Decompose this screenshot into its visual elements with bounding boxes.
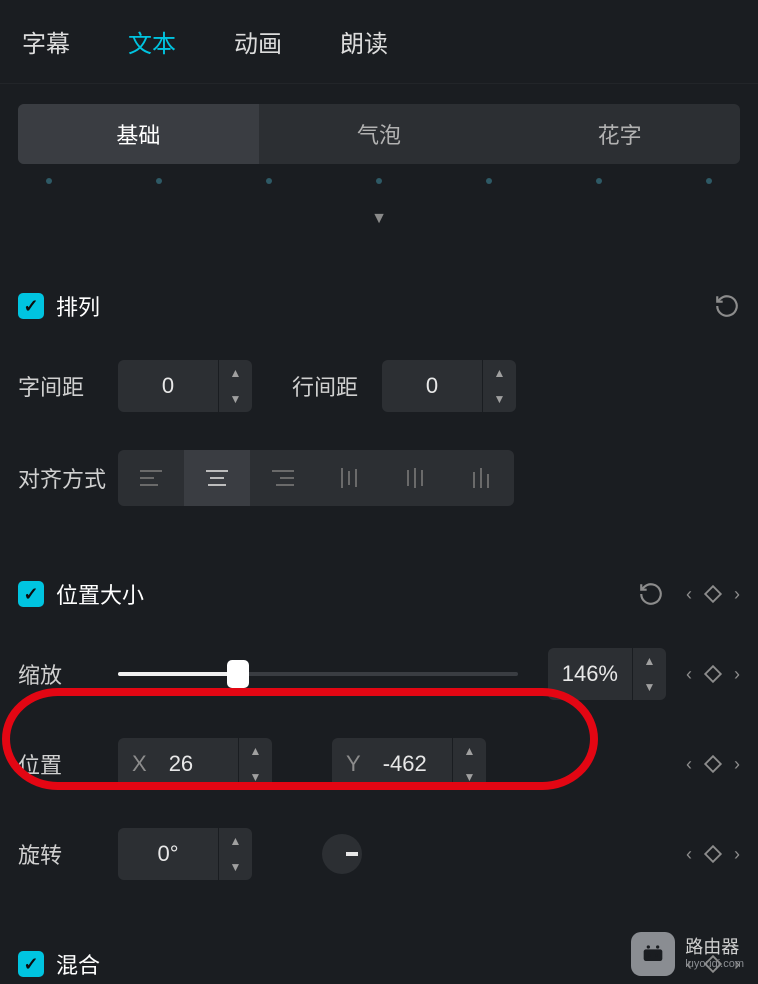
watermark-sub: luyouqi.com [685,958,744,970]
align-left-button[interactable] [118,450,184,506]
align-vertical-right-button[interactable] [448,450,514,506]
letter-spacing-value[interactable]: 0 [118,360,218,412]
scale-keyframe-icon[interactable] [702,663,724,685]
position-size-reset-icon[interactable] [638,581,664,607]
section-position-size: ✓ 位置大小 ‹ › 缩放 146% ▲ ▼ [0,578,758,880]
rotation-down-icon[interactable]: ▼ [219,854,252,880]
sub-tab-basic[interactable]: 基础 [18,104,259,164]
position-size-title: 位置大小 [56,578,144,610]
position-x-value[interactable]: 26 [169,751,193,777]
sub-tab-flower[interactable]: 花字 [499,104,740,164]
position-size-next-keyframe-icon[interactable]: › [734,584,740,605]
position-next-keyframe-icon[interactable]: › [734,754,740,775]
tab-text[interactable]: 文本 [128,24,176,59]
watermark: 路由器 luyouqi.com [631,932,744,976]
scale-up-icon[interactable]: ▲ [633,648,666,674]
position-size-keyframe-icon[interactable] [702,583,724,605]
position-y-prefix: Y [346,751,361,777]
align-label: 对齐方式 [18,462,118,494]
tab-read-aloud[interactable]: 朗读 [340,24,388,59]
align-vertical-center-button[interactable] [382,450,448,506]
position-y-down-icon[interactable]: ▼ [453,764,486,790]
position-label: 位置 [18,748,118,780]
letter-spacing-label: 字间距 [18,370,118,402]
line-spacing-up-icon[interactable]: ▲ [483,360,516,386]
main-tabs: 字幕 文本 动画 朗读 [0,0,758,84]
position-x-down-icon[interactable]: ▼ [239,764,272,790]
align-vertical-left-button[interactable] [316,450,382,506]
align-group [118,450,514,506]
rotation-value[interactable]: 0° [118,828,218,880]
line-spacing-input[interactable]: 0 ▲ ▼ [382,360,516,412]
scale-value[interactable]: 146% [548,648,632,700]
arrange-title: 排列 [56,290,100,322]
scale-input[interactable]: 146% ▲ ▼ [548,648,666,700]
position-x-up-icon[interactable]: ▲ [239,738,272,764]
position-prev-keyframe-icon[interactable]: ‹ [686,754,692,775]
position-x-prefix: X [132,751,147,777]
align-center-button[interactable] [184,450,250,506]
scale-label: 缩放 [18,658,118,690]
scale-prev-keyframe-icon[interactable]: ‹ [686,664,692,685]
rotation-keyframe-icon[interactable] [702,843,724,865]
arrange-checkbox[interactable]: ✓ [18,293,44,319]
arrange-reset-icon[interactable] [714,293,740,319]
section-arrange: ✓ 排列 字间距 0 ▲ ▼ 行间距 0 ▲ ▼ [0,290,758,506]
rotation-next-keyframe-icon[interactable]: › [734,844,740,865]
watermark-icon [631,932,675,976]
align-right-button[interactable] [250,450,316,506]
blend-title: 混合 [56,948,100,980]
collapse-toggle-icon[interactable]: ▼ [0,210,758,228]
rotation-prev-keyframe-icon[interactable]: ‹ [686,844,692,865]
rotation-input[interactable]: 0° ▲ ▼ [118,828,252,880]
line-spacing-down-icon[interactable]: ▼ [483,386,516,412]
sub-tabs: 基础 气泡 花字 [18,104,740,164]
position-size-prev-keyframe-icon[interactable]: ‹ [686,584,692,605]
scale-slider[interactable] [118,672,518,676]
letter-spacing-up-icon[interactable]: ▲ [219,360,252,386]
line-spacing-label: 行间距 [292,370,382,402]
line-spacing-value[interactable]: 0 [382,360,482,412]
rotation-dial[interactable] [322,834,362,874]
scale-down-icon[interactable]: ▼ [633,674,666,700]
position-y-input[interactable]: Y -462 ▲ ▼ [332,738,486,790]
position-y-value[interactable]: -462 [383,751,427,777]
letter-spacing-down-icon[interactable]: ▼ [219,386,252,412]
tab-animation[interactable]: 动画 [234,24,282,59]
watermark-title: 路由器 [685,938,744,958]
letter-spacing-input[interactable]: 0 ▲ ▼ [118,360,252,412]
scale-slider-thumb[interactable] [227,660,249,688]
tab-subtitle[interactable]: 字幕 [22,24,70,59]
preset-dots [18,178,740,208]
rotation-up-icon[interactable]: ▲ [219,828,252,854]
position-x-input[interactable]: X 26 ▲ ▼ [118,738,272,790]
position-keyframe-icon[interactable] [702,753,724,775]
position-y-up-icon[interactable]: ▲ [453,738,486,764]
rotation-label: 旋转 [18,838,118,870]
sub-tab-bubble[interactable]: 气泡 [259,104,500,164]
scale-next-keyframe-icon[interactable]: › [734,664,740,685]
position-size-checkbox[interactable]: ✓ [18,581,44,607]
blend-checkbox[interactable]: ✓ [18,951,44,977]
